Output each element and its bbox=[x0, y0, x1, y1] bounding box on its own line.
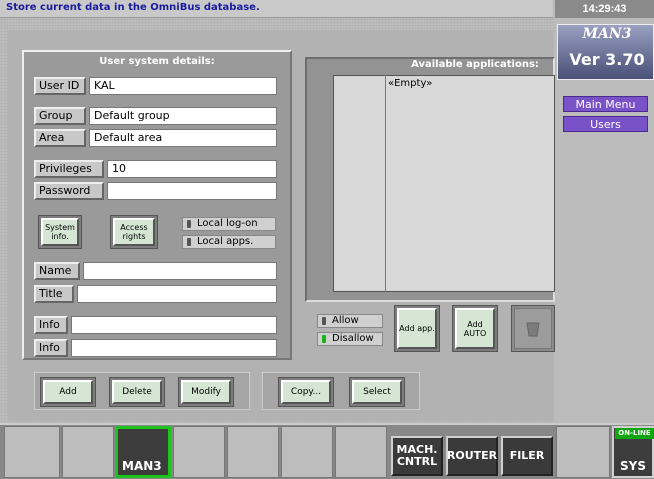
modify-button[interactable]: Modify bbox=[181, 380, 231, 404]
user-details-title: User system details: bbox=[99, 56, 215, 67]
user-id-field[interactable]: KAL bbox=[89, 77, 277, 95]
info2-field[interactable] bbox=[71, 339, 277, 357]
bottom-slot[interactable] bbox=[62, 426, 114, 478]
area-label: Area bbox=[34, 129, 86, 147]
allow-label: Allow bbox=[332, 315, 359, 326]
name-field[interactable] bbox=[83, 262, 277, 280]
name-label: Name bbox=[34, 262, 80, 280]
copy-button[interactable]: Copy... bbox=[281, 380, 331, 404]
logo-title: MAN3 bbox=[582, 26, 632, 42]
bottom-slot[interactable] bbox=[335, 426, 387, 478]
bottom-slot[interactable] bbox=[556, 426, 610, 478]
access-rights-frame: Access rights bbox=[110, 215, 158, 249]
add-auto-frame: Add AUTO bbox=[452, 305, 498, 352]
led-indicator-icon bbox=[187, 238, 191, 246]
user-details-panel bbox=[22, 50, 292, 360]
man3-label: MAN3 bbox=[122, 459, 162, 473]
menu-item-users[interactable]: Users bbox=[563, 116, 648, 132]
bottom-slot[interactable] bbox=[281, 426, 333, 478]
info1-label: Info bbox=[34, 316, 68, 334]
add-app-button[interactable]: Add app. bbox=[397, 308, 437, 349]
trash-button[interactable] bbox=[514, 308, 552, 349]
select-frame: Select bbox=[349, 377, 405, 407]
online-badge: ON-LINE bbox=[615, 428, 654, 439]
disallow-toggle[interactable]: Disallow bbox=[317, 332, 383, 346]
info2-label: Info bbox=[34, 339, 68, 357]
local-logon-label: Local log-on bbox=[197, 218, 258, 229]
disallow-label: Disallow bbox=[332, 333, 374, 344]
local-apps-toggle[interactable]: Local apps. bbox=[182, 235, 276, 249]
info1-field[interactable] bbox=[71, 316, 277, 334]
sys-label: SYS bbox=[620, 459, 646, 473]
privileges-field[interactable]: 10 bbox=[107, 160, 277, 178]
local-apps-label: Local apps. bbox=[197, 236, 254, 247]
bottom-slot[interactable] bbox=[227, 426, 279, 478]
led-indicator-icon bbox=[322, 335, 326, 343]
filer-button[interactable]: FILER bbox=[501, 436, 553, 476]
delete-frame: Delete bbox=[109, 377, 165, 407]
list-divider bbox=[385, 75, 386, 292]
add-auto-button[interactable]: Add AUTO bbox=[455, 308, 495, 349]
status-message: Store current data in the OmniBus databa… bbox=[6, 2, 260, 13]
delete-app-frame bbox=[511, 305, 555, 352]
access-rights-button[interactable]: Access rights bbox=[113, 218, 155, 246]
allow-toggle[interactable]: Allow bbox=[317, 314, 383, 328]
logo-version: Ver 3.70 bbox=[569, 50, 645, 69]
group-label: Group bbox=[34, 107, 86, 125]
led-indicator-icon bbox=[322, 317, 326, 325]
add-button[interactable]: Add bbox=[43, 380, 93, 404]
applications-title: Available applications: bbox=[411, 59, 539, 70]
delete-button[interactable]: Delete bbox=[112, 380, 162, 404]
access-rights-label: Access rights bbox=[120, 223, 148, 241]
copy-frame: Copy... bbox=[278, 377, 334, 407]
area-field[interactable]: Default area bbox=[89, 129, 277, 147]
title-field[interactable] bbox=[77, 285, 277, 303]
led-indicator-icon bbox=[187, 220, 191, 228]
local-logon-toggle[interactable]: Local log-on bbox=[182, 217, 276, 231]
add-app-frame: Add app. bbox=[394, 305, 440, 352]
select-button[interactable]: Select bbox=[352, 380, 402, 404]
router-button[interactable]: ROUTER bbox=[446, 436, 498, 476]
privileges-label: Privileges bbox=[34, 160, 104, 178]
user-id-label: User ID bbox=[34, 77, 86, 95]
trash-icon bbox=[526, 322, 540, 336]
group-field[interactable]: Default group bbox=[89, 107, 277, 125]
system-info-button[interactable]: System info. bbox=[41, 218, 79, 246]
password-field[interactable] bbox=[107, 182, 277, 200]
system-info-frame: System info. bbox=[38, 215, 82, 249]
bottom-slot[interactable] bbox=[173, 426, 225, 478]
mach-cntrl-button[interactable]: MACH. CNTRL bbox=[391, 436, 443, 476]
title-label: Title bbox=[34, 285, 74, 303]
applications-list[interactable] bbox=[333, 75, 555, 292]
password-label: Password bbox=[34, 182, 104, 200]
bottom-slot[interactable] bbox=[4, 426, 60, 478]
applications-empty-text: «Empty» bbox=[388, 78, 433, 89]
menu-item-main-menu[interactable]: Main Menu bbox=[563, 96, 648, 112]
modify-frame: Modify bbox=[178, 377, 234, 407]
add-frame: Add bbox=[40, 377, 96, 407]
clock: 14:29:43 bbox=[555, 0, 654, 18]
